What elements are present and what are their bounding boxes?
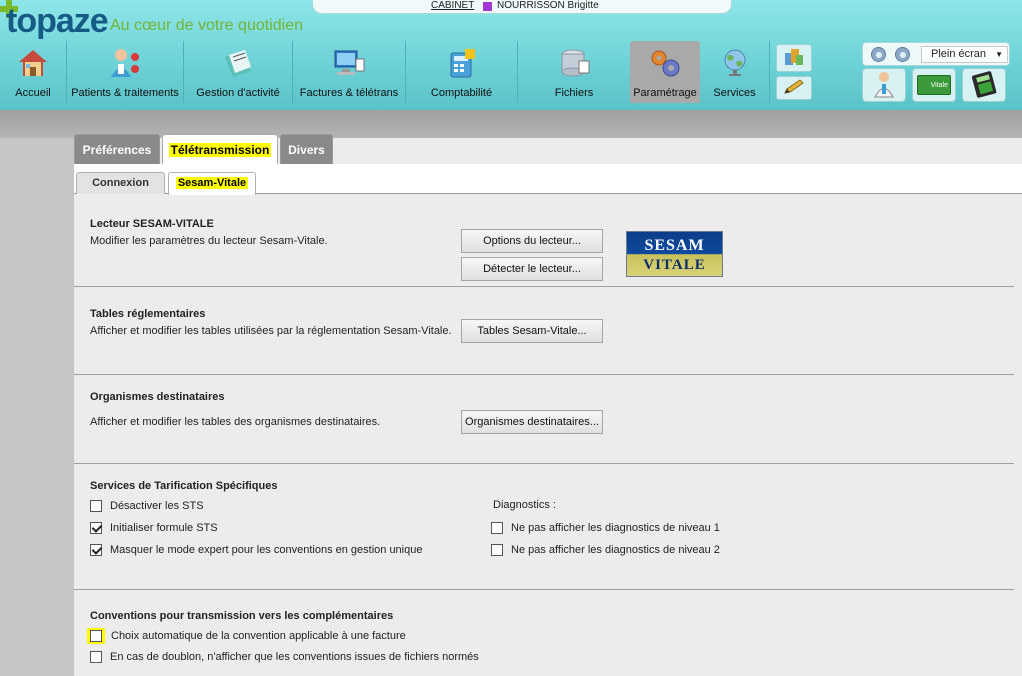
- sesam-vitale-logo: SESAM VITALE: [626, 231, 723, 277]
- hide-expert-mode-option[interactable]: Masquer le mode expert pour les conventi…: [90, 544, 422, 556]
- chevron-down-icon: ▼: [995, 50, 1003, 59]
- nav-parametrage[interactable]: Paramétrage: [630, 41, 700, 103]
- section-description: Afficher et modifier les tables utilisée…: [90, 325, 452, 337]
- logo: topaze: [6, 2, 109, 40]
- reader-options-button[interactable]: Options du lecteur...: [461, 229, 603, 253]
- organismes-destinataires-button[interactable]: Organismes destinataires...: [461, 410, 603, 434]
- checkbox-label: Ne pas afficher les diagnostics de nivea…: [511, 544, 720, 556]
- checkbox-label: Masquer le mode expert pour les conventi…: [110, 544, 423, 556]
- green-calculator-icon: [970, 70, 998, 101]
- globe-icon: [718, 47, 752, 79]
- fullscreen-label: Plein écran: [931, 48, 987, 60]
- section-description: Afficher et modifier les tables des orga…: [90, 416, 381, 428]
- header: topaze Au cœur de votre quotidien CABINE…: [0, 0, 1022, 110]
- nav-label: Fichiers: [554, 87, 594, 99]
- subtab-sesam-vitale[interactable]: Sesam-Vitale: [168, 172, 256, 195]
- checkbox-label: Ne pas afficher les diagnostics de nivea…: [511, 522, 720, 534]
- tab-teletransmission[interactable]: Télétransmission: [162, 134, 278, 164]
- folder-icon: [221, 47, 255, 79]
- window-controls: Plein écran ▼: [862, 42, 1010, 66]
- section-description: Modifier les paramètres du lecteur Sesam…: [90, 235, 328, 247]
- nav-fichiers[interactable]: Fichiers: [518, 41, 630, 103]
- vitale-card-shortcut-button[interactable]: Vitale: [912, 68, 956, 102]
- doctor-icon: [872, 70, 896, 101]
- sesam-logo-bottom: VITALE: [643, 257, 706, 273]
- doctor-shortcut-button[interactable]: [862, 68, 906, 102]
- tab-divers[interactable]: Divers: [280, 134, 333, 164]
- section-title: Organismes destinataires: [90, 391, 225, 403]
- doublon-checkbox[interactable]: [90, 651, 102, 663]
- vitale-card-icon: Vitale: [917, 75, 951, 95]
- checkbox-label: Initialiser formule STS: [110, 522, 218, 534]
- database-icon: [557, 47, 591, 79]
- tab-preferences[interactable]: Préférences: [74, 134, 160, 164]
- detect-reader-button[interactable]: Détecter le lecteur...: [461, 257, 603, 281]
- house-icon: [16, 47, 50, 79]
- section-title: Conventions pour transmission vers les c…: [90, 610, 394, 622]
- disable-sts-option[interactable]: Désactiver les STS: [90, 500, 204, 512]
- diag-level2-checkbox[interactable]: [491, 544, 503, 556]
- computer-icon: [332, 47, 366, 79]
- tab-label: Divers: [288, 143, 325, 157]
- calculator-shortcut-button[interactable]: [962, 68, 1006, 102]
- checkbox-label: Choix automatique de la convention appli…: [111, 630, 406, 642]
- forward-icon[interactable]: [895, 47, 910, 62]
- diag-level1-option[interactable]: Ne pas afficher les diagnostics de nivea…: [491, 522, 720, 534]
- hide-expert-mode-checkbox[interactable]: [90, 544, 102, 556]
- subtab-label: Connexion: [92, 177, 149, 189]
- tools-shortcut-button[interactable]: [776, 44, 812, 72]
- checkbox-label: Désactiver les STS: [110, 500, 204, 512]
- checkbox-label: En cas de doublon, n'afficher que les co…: [110, 651, 479, 663]
- tab-label: Télétransmission: [168, 143, 272, 157]
- nav-services[interactable]: Services: [700, 41, 770, 103]
- init-sts-checkbox[interactable]: [90, 522, 102, 534]
- gears-icon: [648, 47, 682, 79]
- left-margin: [0, 138, 74, 676]
- nav-label: Accueil: [15, 87, 51, 99]
- section-title: Services de Tarification Spécifiques: [90, 480, 278, 492]
- nav-label: Patients & traitements: [71, 87, 179, 99]
- nav-comptabilite[interactable]: Comptabilité: [406, 41, 518, 103]
- auto-convention-option[interactable]: Choix automatique de la convention appli…: [87, 628, 406, 644]
- nav-gestion[interactable]: Gestion d'activité: [184, 41, 293, 103]
- section-title: Lecteur SESAM-VITALE: [90, 218, 214, 230]
- pencil-icon: [783, 78, 805, 98]
- tagline: Au cœur de votre quotidien: [110, 17, 303, 34]
- patients-icon: [108, 47, 142, 79]
- auto-convention-checkbox[interactable]: [90, 630, 102, 642]
- calculator-icon: [445, 47, 479, 79]
- nav-accueil[interactable]: Accueil: [0, 41, 67, 103]
- section-title: Tables réglementaires: [90, 308, 206, 320]
- subtab-label: Sesam-Vitale: [175, 177, 249, 189]
- nav-label: Factures & télétrans: [299, 87, 399, 99]
- nav-label: Comptabilité: [430, 87, 493, 99]
- fullscreen-select[interactable]: Plein écran ▼: [921, 46, 1008, 63]
- user-bar: CABINET NOURRISSON Brigitte: [312, 0, 732, 14]
- tables-sesam-vitale-button[interactable]: Tables Sesam-Vitale...: [461, 319, 603, 343]
- diagnostics-title: Diagnostics :: [493, 499, 556, 511]
- subtab-connexion[interactable]: Connexion: [76, 172, 165, 194]
- cabinet-link[interactable]: CABINET: [431, 0, 474, 11]
- init-sts-option[interactable]: Initialiser formule STS: [90, 522, 218, 534]
- diag-level1-checkbox[interactable]: [491, 522, 503, 534]
- edit-shortcut-button[interactable]: [776, 76, 812, 100]
- app-window: topaze Au cœur de votre quotidien CABINE…: [0, 0, 1022, 676]
- palette-icon: [783, 47, 805, 70]
- tab-label: Préférences: [82, 143, 152, 157]
- nav-label: Services: [713, 87, 756, 99]
- nav-factures[interactable]: Factures & télétrans: [293, 41, 406, 103]
- doublon-option[interactable]: En cas de doublon, n'afficher que les co…: [90, 651, 479, 663]
- sesam-logo-top: SESAM: [644, 237, 705, 254]
- back-icon[interactable]: [871, 47, 886, 62]
- user-color-marker: [483, 2, 492, 11]
- diag-level2-option[interactable]: Ne pas afficher les diagnostics de nivea…: [491, 544, 720, 556]
- highlight-marker: [87, 628, 105, 644]
- nav-label: Gestion d'activité: [196, 87, 280, 99]
- user-name: NOURRISSON Brigitte: [497, 0, 599, 11]
- nav-label: Paramétrage: [633, 87, 697, 99]
- vitale-card-label: Vitale: [930, 82, 948, 89]
- disable-sts-checkbox[interactable]: [90, 500, 102, 512]
- nav-patients[interactable]: Patients & traitements: [67, 41, 184, 103]
